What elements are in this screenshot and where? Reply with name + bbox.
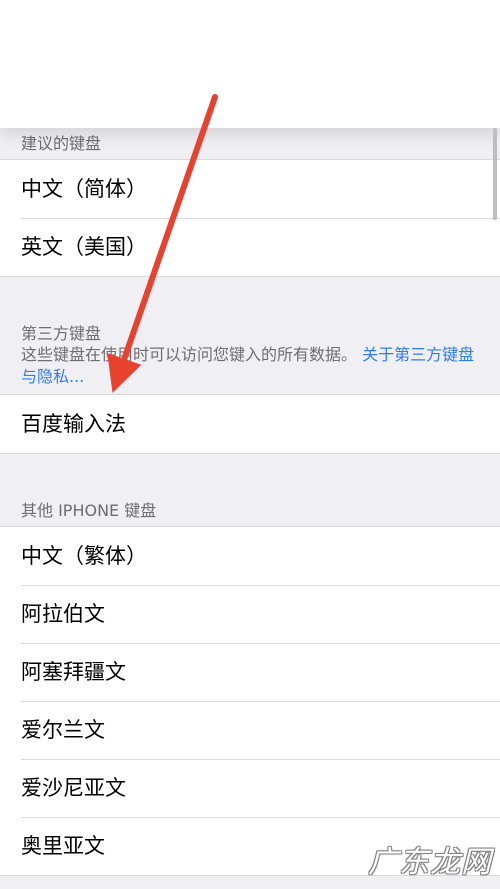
other-iphone-keyboards-header: 其他 IPHONE 键盘	[21, 501, 157, 520]
suggested-keyboards-header: 建议的键盘	[21, 134, 102, 153]
keyboard-item-irish[interactable]: 爱尔兰文	[0, 701, 500, 759]
third-party-keyboards-list: 百度输入法	[0, 394, 500, 454]
keyboard-item-chinese-simplified[interactable]: 中文（简体）	[0, 160, 500, 218]
other-iphone-keyboards-list: 中文（繁体） 阿拉伯文 阿塞拜疆文 爱尔兰文 爱沙尼亚文 奥里亚文	[0, 526, 500, 876]
third-party-keyboards-header: 第三方键盘	[21, 324, 102, 343]
keyboard-item-english-us[interactable]: 英文（美国）	[0, 218, 500, 276]
privacy-note-text: 这些键盘在使用时可以访问您键入的所有数据。	[21, 345, 358, 364]
top-blank-area	[0, 0, 500, 128]
keyboard-item-chinese-traditional[interactable]: 中文（繁体）	[0, 527, 500, 585]
suggested-keyboards-list: 中文（简体） 英文（美国）	[0, 159, 500, 277]
keyboard-item-estonian[interactable]: 爱沙尼亚文	[0, 759, 500, 817]
watermark-logo: 广东龙网	[368, 845, 492, 880]
scrollbar[interactable]	[493, 128, 497, 220]
keyboard-item-arabic[interactable]: 阿拉伯文	[0, 585, 500, 643]
keyboard-item-azerbaijani[interactable]: 阿塞拜疆文	[0, 643, 500, 701]
keyboard-item-baidu-input[interactable]: 百度输入法	[0, 395, 500, 453]
third-party-privacy-note: 这些键盘在使用时可以访问您键入的所有数据。 关于第三方键盘与隐私...	[21, 344, 481, 388]
